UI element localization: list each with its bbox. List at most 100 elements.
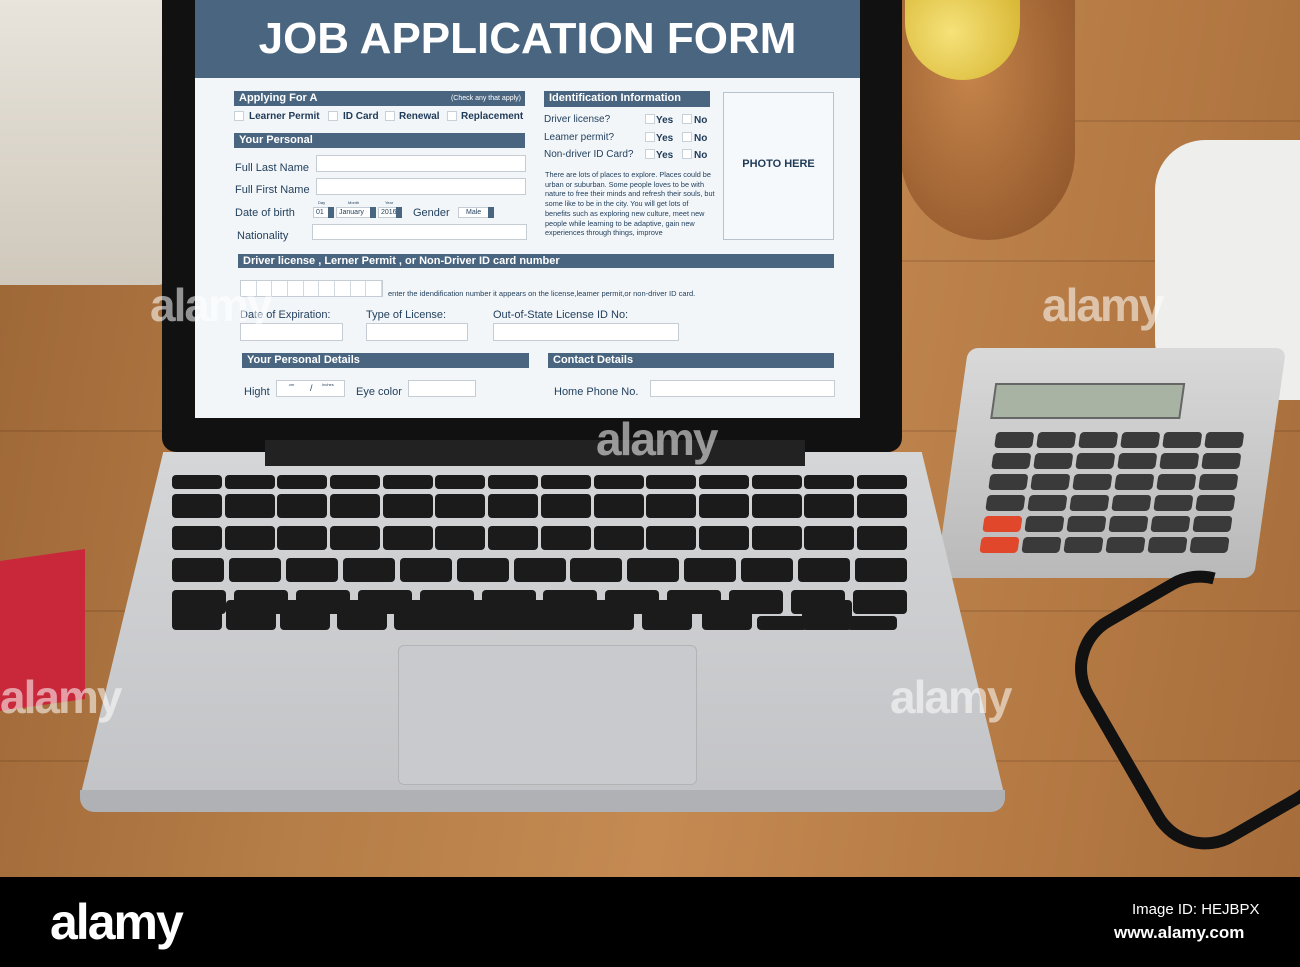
keyboard-key[interactable] [277, 475, 328, 489]
keyboard-key[interactable] [172, 494, 222, 518]
keyboard-key[interactable] [337, 600, 387, 630]
day-select[interactable]: 01 [313, 207, 334, 218]
keyboard-key[interactable] [684, 558, 737, 582]
keyboard-key[interactable] [435, 475, 486, 489]
keyboard-key[interactable] [646, 475, 697, 489]
keyboard-key[interactable] [540, 526, 591, 550]
keyboard-key[interactable] [277, 526, 328, 550]
height-input[interactable]: cm / Inches [276, 380, 345, 397]
yes-checkbox[interactable] [645, 149, 655, 159]
keyboard-key[interactable] [435, 526, 486, 550]
keyboard-key[interactable] [277, 494, 328, 518]
keyboard-key[interactable] [804, 475, 855, 489]
id-digit-cell[interactable] [272, 281, 289, 296]
keyboard-key[interactable] [627, 558, 680, 582]
keyboard-key[interactable] [342, 558, 395, 582]
keyboard-key[interactable] [698, 475, 749, 489]
keyboard-key[interactable] [593, 475, 644, 489]
keyboard-key[interactable] [540, 494, 591, 518]
keyboard-key[interactable] [642, 600, 692, 630]
keyboard-key[interactable] [382, 494, 433, 518]
id-digit-cell[interactable] [319, 281, 336, 296]
keyboard-key[interactable] [280, 600, 330, 630]
id-digit-cell[interactable] [366, 281, 383, 296]
id-digit-cell[interactable] [288, 281, 304, 296]
trackpad[interactable] [398, 645, 697, 785]
calculator-key [1195, 495, 1236, 511]
keyboard-key[interactable] [172, 475, 222, 489]
keyboard-key[interactable] [399, 558, 452, 582]
keyboard-key[interactable] [702, 600, 752, 630]
keyboard-key[interactable] [751, 494, 802, 518]
full-last-name-label: Full Last Name [235, 162, 309, 174]
keyboard-key[interactable] [757, 616, 807, 630]
keyboard-key[interactable] [804, 494, 855, 518]
keyboard-key[interactable] [285, 558, 338, 582]
keyboard-key[interactable] [226, 600, 276, 630]
keyboard-key[interactable] [488, 475, 539, 489]
keyboard-key[interactable] [646, 526, 697, 550]
keyboard-key[interactable] [382, 475, 433, 489]
id-card-checkbox[interactable] [328, 111, 338, 121]
keyboard-key[interactable] [172, 558, 224, 582]
nationality-input[interactable] [312, 224, 527, 240]
keyboard-key[interactable] [857, 526, 907, 550]
keyboard-key[interactable] [798, 558, 851, 582]
month-select[interactable]: January [336, 207, 376, 218]
replacement-checkbox[interactable] [447, 111, 457, 121]
no-checkbox[interactable] [682, 149, 692, 159]
keyboard-key[interactable] [646, 494, 697, 518]
keyboard-key[interactable] [330, 494, 381, 518]
keyboard-key[interactable] [570, 558, 623, 582]
type-of-license-input[interactable] [366, 323, 468, 341]
keyboard-key[interactable] [698, 494, 749, 518]
keyboard-key[interactable] [172, 600, 222, 630]
full-first-name-input[interactable] [316, 178, 526, 195]
full-last-name-input[interactable] [316, 155, 526, 172]
keyboard-key[interactable] [853, 590, 907, 614]
no-checkbox[interactable] [682, 132, 692, 142]
keyboard-key[interactable] [435, 494, 486, 518]
gender-select[interactable]: Male [458, 207, 494, 218]
keyboard-key[interactable] [855, 558, 907, 582]
keyboard-key[interactable] [330, 526, 381, 550]
renewal-checkbox[interactable] [385, 111, 395, 121]
keyboard-key[interactable] [488, 526, 539, 550]
keyboard-key[interactable] [488, 494, 539, 518]
keyboard-key[interactable] [228, 558, 281, 582]
keyboard-key[interactable] [698, 526, 749, 550]
no-checkbox[interactable] [682, 114, 692, 124]
yes-checkbox[interactable] [645, 132, 655, 142]
keyboard-key[interactable] [804, 526, 855, 550]
calculator-key [1189, 537, 1230, 553]
keyboard-key[interactable] [802, 600, 852, 630]
keyboard-key[interactable] [540, 475, 591, 489]
keyboard-key[interactable] [382, 526, 433, 550]
keyboard-key[interactable] [172, 526, 222, 550]
id-digit-cell[interactable] [351, 281, 367, 296]
keyboard-key[interactable] [224, 526, 275, 550]
id-digit-cell[interactable] [304, 281, 320, 296]
year-select[interactable]: 2016 [378, 207, 402, 218]
keyboard-key[interactable] [857, 494, 907, 518]
keyboard-key[interactable] [224, 475, 275, 489]
keyboard-key[interactable] [751, 526, 802, 550]
keyboard-key[interactable] [857, 475, 907, 489]
keyboard [172, 470, 907, 638]
keyboard-key[interactable] [513, 558, 566, 582]
keyboard-key[interactable] [741, 558, 794, 582]
keyboard-key[interactable] [593, 494, 644, 518]
keyboard-key[interactable] [224, 494, 275, 518]
keyboard-key[interactable] [456, 558, 509, 582]
yes-checkbox[interactable] [645, 114, 655, 124]
out-of-state-input[interactable] [493, 323, 679, 341]
id-digit-cell[interactable] [335, 281, 351, 296]
keyboard-key[interactable] [593, 526, 644, 550]
spacebar-key[interactable] [394, 600, 634, 630]
keyboard-key[interactable] [751, 475, 802, 489]
home-phone-input[interactable] [650, 380, 835, 397]
learner-permit-checkbox[interactable] [234, 111, 244, 121]
keyboard-key[interactable] [330, 475, 381, 489]
keyboard-key[interactable] [847, 616, 897, 630]
eye-color-input[interactable] [408, 380, 476, 397]
